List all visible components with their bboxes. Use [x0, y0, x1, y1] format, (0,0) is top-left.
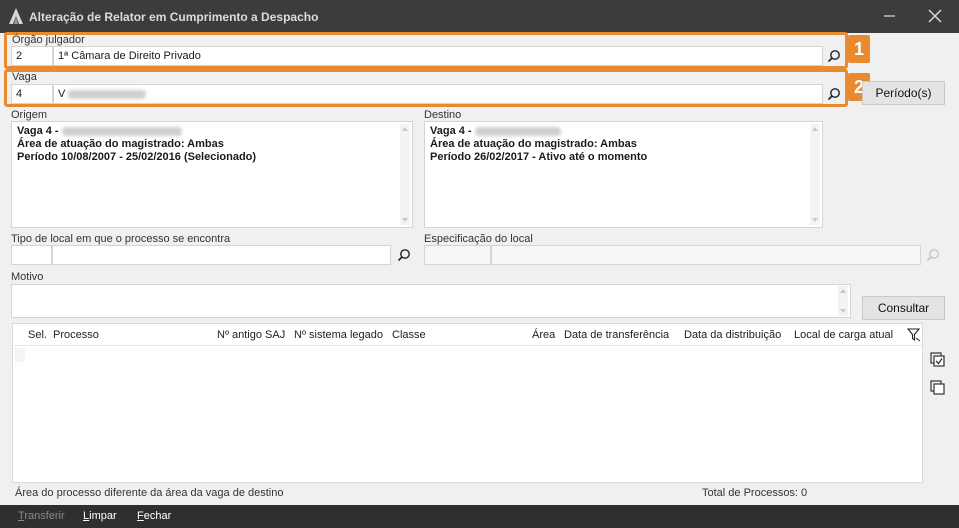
- vaga-code-field[interactable]: 4: [11, 84, 53, 104]
- origem-line-3: Período 10/08/2007 - 25/02/2016 (Selecio…: [17, 151, 257, 163]
- col-processo[interactable]: Processo: [53, 329, 99, 341]
- col-data-distribuicao[interactable]: Data da distribuição: [684, 329, 781, 341]
- tipo-local-search-button[interactable]: [394, 245, 414, 265]
- origem-line-2: Área de atuação do magistrado: Ambas: [17, 138, 224, 150]
- transferir-button[interactable]: Transferir: [18, 510, 65, 522]
- footer-bar: Transferir Limpar Fechar: [0, 505, 959, 528]
- filter-icon[interactable]: [907, 328, 921, 342]
- col-numero-antigo-saj[interactable]: Nº antigo SAJ: [217, 329, 285, 341]
- destino-line-1: Vaga 4 -: [430, 125, 817, 138]
- especificacao-label: Especificação do local: [424, 233, 533, 245]
- tipo-local-label: Tipo de local em que o processo se encon…: [11, 233, 231, 245]
- orgao-search-button[interactable]: [824, 46, 844, 66]
- title-bar: Alteração de Relator em Cumprimento a De…: [0, 0, 959, 33]
- origem-label: Origem: [11, 109, 48, 121]
- processos-table: Sel. Processo Nº antigo SAJ Nº sistema l…: [12, 323, 923, 483]
- search-icon: [926, 249, 939, 262]
- row-selector[interactable]: [15, 348, 25, 362]
- especificacao-code-field[interactable]: [424, 245, 491, 265]
- destino-scrollbar[interactable]: [810, 124, 820, 225]
- origem-box: Vaga 4 - Área de atuação do magistrado: …: [11, 121, 413, 228]
- copy-button[interactable]: [929, 379, 947, 397]
- motivo-label: Motivo: [11, 271, 44, 283]
- vaga-search-button[interactable]: [824, 84, 844, 104]
- destino-line-2: Área de atuação do magistrado: Ambas: [430, 138, 637, 150]
- redacted-text: [68, 89, 147, 99]
- motivo-field[interactable]: [11, 284, 851, 318]
- col-classe[interactable]: Classe: [392, 329, 426, 341]
- destino-label: Destino: [424, 109, 462, 121]
- select-all-icon: [930, 352, 945, 367]
- motivo-scrollbar[interactable]: [838, 286, 848, 316]
- close-button[interactable]: [924, 6, 946, 26]
- col-sel[interactable]: Sel.: [28, 329, 47, 341]
- search-icon: [827, 88, 840, 101]
- minimize-icon: [884, 15, 895, 17]
- especificacao-search-button[interactable]: [923, 245, 943, 265]
- search-icon: [827, 50, 840, 63]
- col-numero-sistema-legado[interactable]: Nº sistema legado: [294, 329, 383, 341]
- consultar-button[interactable]: Consultar: [862, 296, 945, 320]
- vaga-label: Vaga: [12, 71, 37, 83]
- periodos-button[interactable]: Período(s): [862, 81, 945, 105]
- origem-scrollbar[interactable]: [400, 124, 410, 225]
- periodos-label: Período(s): [875, 86, 932, 100]
- tipo-local-code-field[interactable]: [11, 245, 52, 265]
- destino-box: Vaga 4 - Área de atuação do magistrado: …: [424, 121, 823, 228]
- minimize-button[interactable]: [878, 6, 900, 26]
- orgao-label: Órgão julgador: [12, 34, 85, 46]
- limpar-button[interactable]: Limpar: [83, 510, 117, 522]
- table-header: Sel. Processo Nº antigo SAJ Nº sistema l…: [13, 324, 922, 346]
- origem-line-1: Vaga 4 -: [17, 125, 407, 138]
- col-data-transferencia[interactable]: Data de transferência: [564, 329, 669, 341]
- step-badge-1: 1: [848, 35, 870, 63]
- select-all-button[interactable]: [929, 351, 947, 369]
- col-area[interactable]: Área: [532, 329, 555, 341]
- col-local-carga-atual[interactable]: Local de carga atual: [794, 329, 893, 341]
- tipo-local-value-field[interactable]: [52, 245, 391, 265]
- vaga-name-field[interactable]: V: [53, 84, 823, 104]
- app-logo-icon: [9, 8, 23, 24]
- window-title: Alteração de Relator em Cumprimento a De…: [29, 10, 319, 24]
- destino-line-3: Período 26/02/2017 - Ativo até o momento: [430, 151, 648, 163]
- orgao-name-field[interactable]: 1ª Câmara de Direito Privado: [53, 46, 823, 66]
- search-icon: [397, 249, 410, 262]
- status-message: Área do processo diferente da área da va…: [15, 487, 284, 499]
- orgao-code-field[interactable]: 2: [11, 46, 53, 66]
- fechar-button[interactable]: Fechar: [137, 510, 171, 522]
- redacted-text: [474, 126, 561, 136]
- total-processos: Total de Processos: 0: [702, 487, 808, 499]
- close-icon: [928, 9, 942, 23]
- vaga-name-value: V: [58, 88, 66, 100]
- copy-icon: [930, 380, 945, 395]
- especificacao-value-field[interactable]: [491, 245, 921, 265]
- redacted-text: [61, 126, 182, 136]
